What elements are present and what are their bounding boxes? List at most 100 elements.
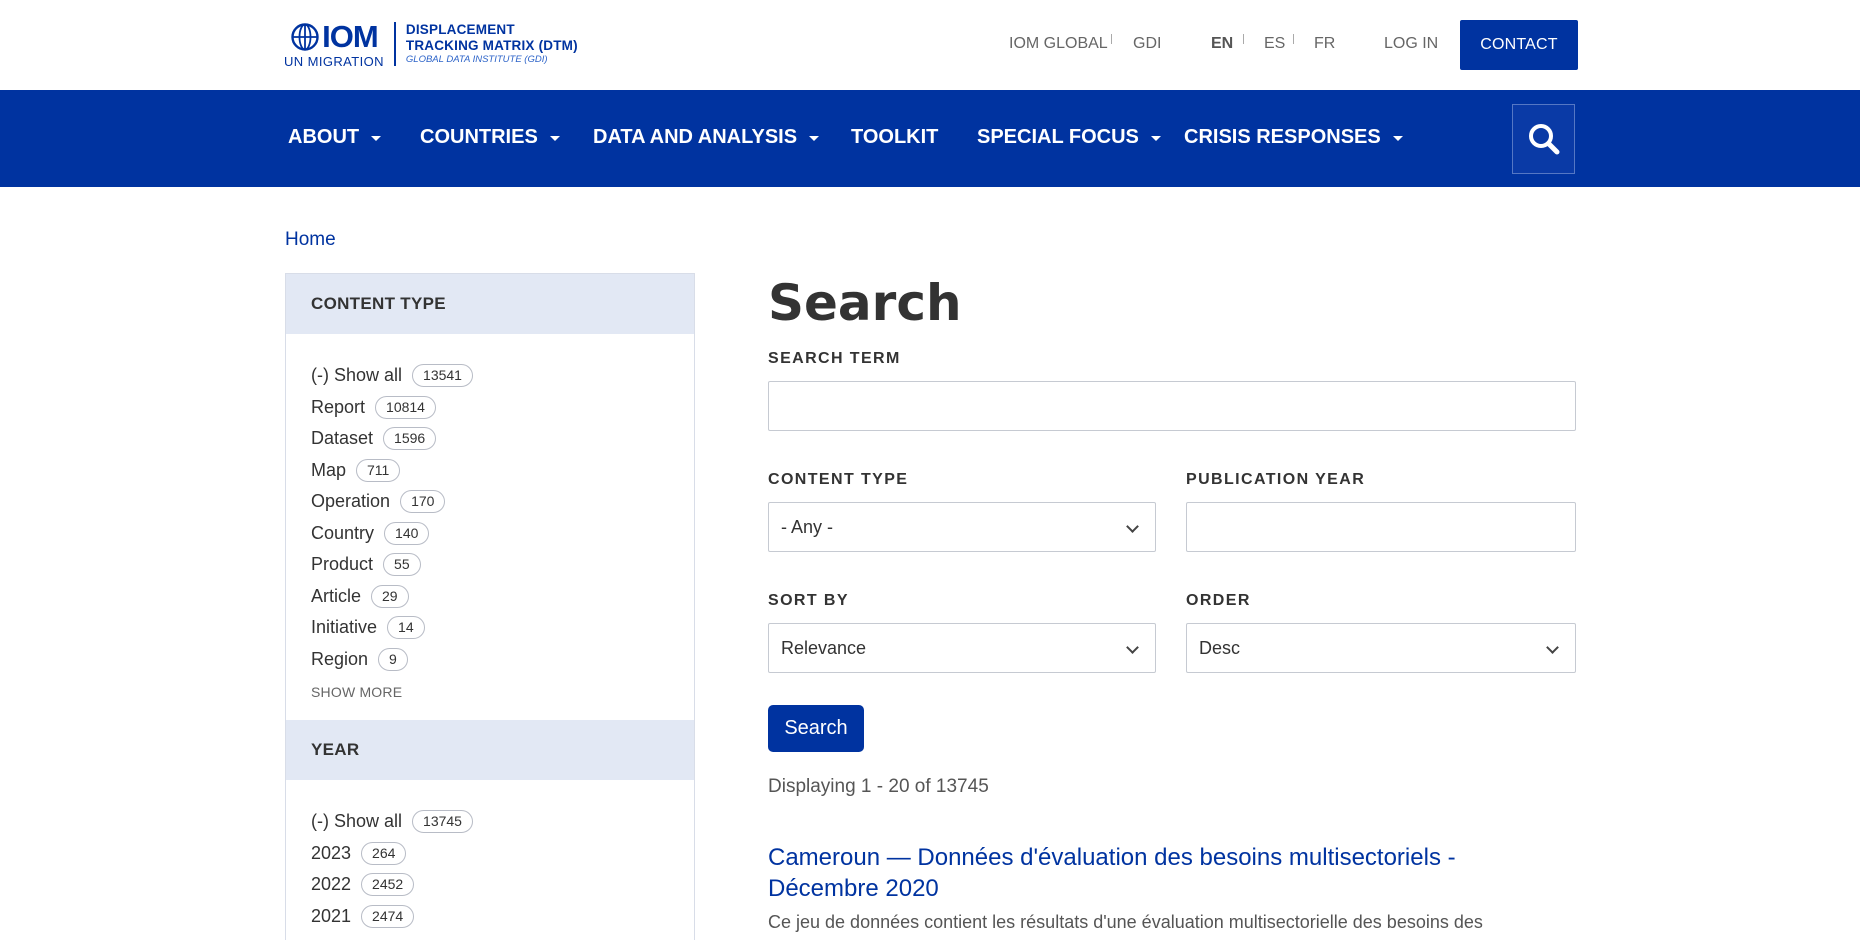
show-more-link[interactable]: SHOW MORE bbox=[311, 684, 694, 700]
facet-content-type-list: (-) Show all 13541 Report 10814 Dataset … bbox=[286, 334, 694, 700]
facet-item[interactable]: Dataset 1596 bbox=[311, 423, 694, 455]
nav-item-label: TOOLKIT bbox=[851, 126, 939, 148]
facet-item[interactable]: (-) Show all 13541 bbox=[311, 360, 694, 392]
facet-item[interactable]: Map 711 bbox=[311, 455, 694, 487]
facet-count-badge: 29 bbox=[371, 584, 409, 608]
search-button[interactable]: Search bbox=[768, 705, 864, 752]
facet-item[interactable]: Operation 170 bbox=[311, 486, 694, 518]
search-term-input[interactable] bbox=[768, 381, 1576, 431]
iom-logo-text: IOM bbox=[322, 19, 379, 54]
iom-dtm-logo[interactable]: IOM UN MIGRATION DISPLACEMENT TRACKING M… bbox=[284, 19, 578, 69]
results-count: Displaying 1 - 20 of 13745 bbox=[768, 776, 989, 797]
language-fr-link[interactable]: FR bbox=[1314, 35, 1335, 53]
order-label: ORDER bbox=[1186, 592, 1251, 609]
facet-item-label: Map bbox=[311, 459, 347, 480]
logo-divider bbox=[393, 22, 396, 66]
facet-year: YEAR (-) Show all 13745 2023 264 2022 24… bbox=[286, 720, 694, 932]
dtm-line-1: DISPLACEMENT bbox=[405, 22, 515, 37]
sort-by-selected: Relevance bbox=[781, 637, 867, 658]
facet-sidebar: CONTENT TYPE (-) Show all 13541 Report 1… bbox=[285, 273, 695, 940]
search-toggle-button[interactable] bbox=[1512, 104, 1575, 174]
facet-count-badge: 14 bbox=[387, 616, 425, 640]
facet-item-label: Dataset bbox=[311, 428, 374, 449]
nav-item-toolkit[interactable]: TOOLKIT bbox=[851, 126, 938, 149]
content-type-selected: - Any - bbox=[781, 516, 834, 537]
breadcrumb-home-link[interactable]: Home bbox=[285, 229, 336, 250]
facet-count-badge: 9 bbox=[378, 647, 408, 671]
facet-item-label: 2023 bbox=[311, 842, 352, 863]
facet-item-label: Operation bbox=[311, 491, 391, 512]
caret-down-icon bbox=[549, 136, 560, 141]
caret-down-icon bbox=[1150, 136, 1161, 141]
facet-count-badge: 13745 bbox=[412, 810, 473, 834]
caret-down-icon bbox=[809, 136, 820, 141]
facet-year-list: (-) Show all 13745 2023 264 2022 2452 20… bbox=[286, 780, 694, 932]
facet-item[interactable]: Initiative 14 bbox=[311, 612, 694, 644]
chevron-down-icon bbox=[1126, 641, 1139, 654]
facet-item[interactable]: Article 29 bbox=[311, 581, 694, 613]
facet-item[interactable]: Region 9 bbox=[311, 644, 694, 676]
nav-item-special-focus[interactable]: SPECIAL FOCUS bbox=[977, 126, 1161, 149]
sort-by-select[interactable]: Relevance bbox=[768, 623, 1156, 673]
facet-item[interactable]: Country 140 bbox=[311, 518, 694, 550]
facet-item[interactable]: 2022 2452 bbox=[311, 869, 694, 901]
order-selected: Desc bbox=[1199, 637, 1241, 658]
iom-global-link[interactable]: IOM GLOBAL bbox=[1009, 35, 1108, 53]
search-icon bbox=[1528, 124, 1559, 155]
main-navigation: ABOUT COUNTRIES DATA AND ANALYSIS TOOLKI… bbox=[0, 90, 1860, 187]
facet-item[interactable]: 2023 264 bbox=[311, 838, 694, 870]
facet-item-label: Product bbox=[311, 554, 374, 575]
facet-count-badge: 1596 bbox=[383, 427, 437, 451]
content-type-select[interactable]: - Any - bbox=[768, 502, 1156, 552]
caret-down-icon bbox=[1392, 136, 1403, 141]
gdi-link[interactable]: GDI bbox=[1133, 35, 1161, 53]
caret-down-icon bbox=[371, 136, 382, 141]
content-type-label: CONTENT TYPE bbox=[768, 471, 909, 488]
publication-year-label: PUBLICATION YEAR bbox=[1186, 471, 1366, 488]
facet-item[interactable]: (-) Show all 13745 bbox=[311, 806, 694, 838]
publication-year-input[interactable] bbox=[1186, 502, 1576, 552]
nav-item-crisis-responses[interactable]: CRISIS RESPONSES bbox=[1184, 126, 1403, 149]
facet-count-badge: 264 bbox=[361, 841, 407, 865]
facet-item-label: (-) Show all bbox=[311, 365, 403, 386]
facet-item-label: (-) Show all bbox=[311, 811, 403, 832]
contact-button[interactable]: CONTACT bbox=[1460, 20, 1578, 70]
facet-count-badge: 140 bbox=[384, 521, 430, 545]
facet-count-badge: 2474 bbox=[361, 904, 415, 928]
nav-item-label: ABOUT bbox=[288, 126, 360, 148]
nav-item-countries[interactable]: COUNTRIES bbox=[420, 126, 560, 149]
facet-count-badge: 13541 bbox=[412, 364, 473, 388]
nav-item-about[interactable]: ABOUT bbox=[288, 126, 382, 149]
facet-item[interactable]: Product 55 bbox=[311, 549, 694, 581]
facet-count-badge: 10814 bbox=[375, 395, 436, 419]
chevron-down-icon bbox=[1546, 641, 1559, 654]
facet-item[interactable]: 2021 2474 bbox=[311, 901, 694, 933]
login-link[interactable]: LOG IN bbox=[1384, 35, 1438, 53]
facet-item-label: 2022 bbox=[311, 874, 352, 895]
dtm-logo-text: DISPLACEMENT TRACKING MATRIX (DTM) GLOBA… bbox=[406, 22, 578, 66]
nav-item-label: CRISIS RESPONSES bbox=[1184, 126, 1381, 148]
facet-year-title: YEAR bbox=[286, 720, 694, 780]
facet-count-badge: 55 bbox=[383, 553, 421, 577]
breadcrumb: Home bbox=[285, 229, 336, 251]
language-en-link[interactable]: EN bbox=[1211, 35, 1233, 53]
facet-count-badge: 711 bbox=[356, 458, 401, 482]
dtm-subtitle: GLOBAL DATA INSTITUTE (GDI) bbox=[405, 54, 548, 65]
result-title-link[interactable]: Cameroun — Données d'évaluation des beso… bbox=[768, 842, 1568, 904]
dtm-line-2: TRACKING MATRIX (DTM) bbox=[405, 38, 578, 53]
facet-item-label: Country bbox=[311, 522, 375, 543]
language-es-link[interactable]: ES bbox=[1264, 35, 1285, 53]
facet-item-label: Initiative bbox=[311, 617, 378, 638]
nav-item-data-and-analysis[interactable]: DATA AND ANALYSIS bbox=[593, 126, 820, 149]
iom-logo: IOM UN MIGRATION bbox=[284, 19, 384, 69]
facet-count-badge: 170 bbox=[400, 490, 446, 514]
nav-item-label: SPECIAL FOCUS bbox=[977, 126, 1139, 148]
facet-count-badge: 2452 bbox=[361, 873, 415, 897]
top-link-separator bbox=[1111, 34, 1112, 44]
top-bar: IOM UN MIGRATION DISPLACEMENT TRACKING M… bbox=[0, 0, 1860, 90]
order-select[interactable]: Desc bbox=[1186, 623, 1576, 673]
language-separator bbox=[1293, 34, 1294, 44]
iom-globe-icon bbox=[291, 23, 319, 51]
facet-item[interactable]: Report 10814 bbox=[311, 392, 694, 424]
facet-item-label: Article bbox=[311, 585, 362, 606]
